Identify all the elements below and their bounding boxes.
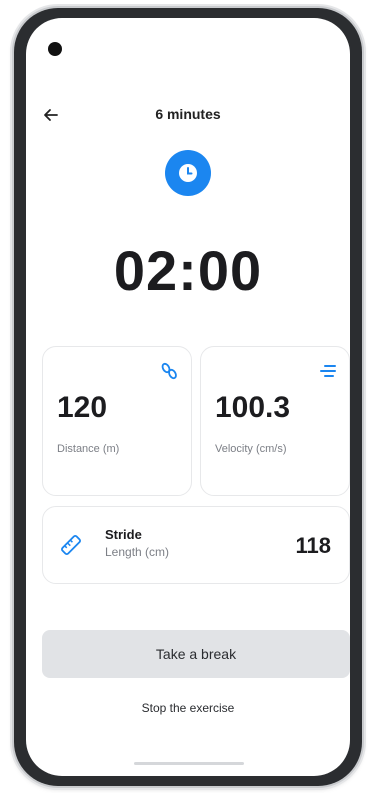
front-camera xyxy=(48,42,62,56)
timer-badge xyxy=(165,150,211,196)
footsteps-icon xyxy=(161,362,177,380)
velocity-value: 100.3 xyxy=(215,391,291,424)
ruler-icon xyxy=(61,535,81,555)
velocity-label: Velocity (cm/s) xyxy=(215,443,287,455)
top-bar: 6 minutes xyxy=(26,104,350,126)
stride-value: 118 xyxy=(295,533,332,558)
clock-icon xyxy=(179,164,197,182)
countdown-timer: 02:00 xyxy=(113,239,263,302)
stride-title: Stride xyxy=(105,527,142,542)
take-a-break-button[interactable]: Take a break xyxy=(42,630,350,678)
distance-card: 120 Distance (m) xyxy=(42,346,192,496)
distance-label: Distance (m) xyxy=(57,443,120,455)
phone-side-button-right xyxy=(362,160,366,210)
velocity-card: 100.3 Velocity (cm/s) xyxy=(200,346,350,496)
stop-exercise-link[interactable]: Stop the exercise xyxy=(26,701,350,715)
speed-lines-icon xyxy=(320,365,336,377)
stride-subtitle: Length (cm) xyxy=(105,545,170,559)
home-indicator[interactable] xyxy=(134,762,244,765)
stride-card: Stride Length (cm) 118 xyxy=(42,506,350,584)
page-title: 6 minutes xyxy=(155,106,221,122)
distance-value: 120 xyxy=(57,391,108,424)
app-screen: 6 minutes 02:00 120 Distance (m) 100.3 V… xyxy=(26,18,350,776)
